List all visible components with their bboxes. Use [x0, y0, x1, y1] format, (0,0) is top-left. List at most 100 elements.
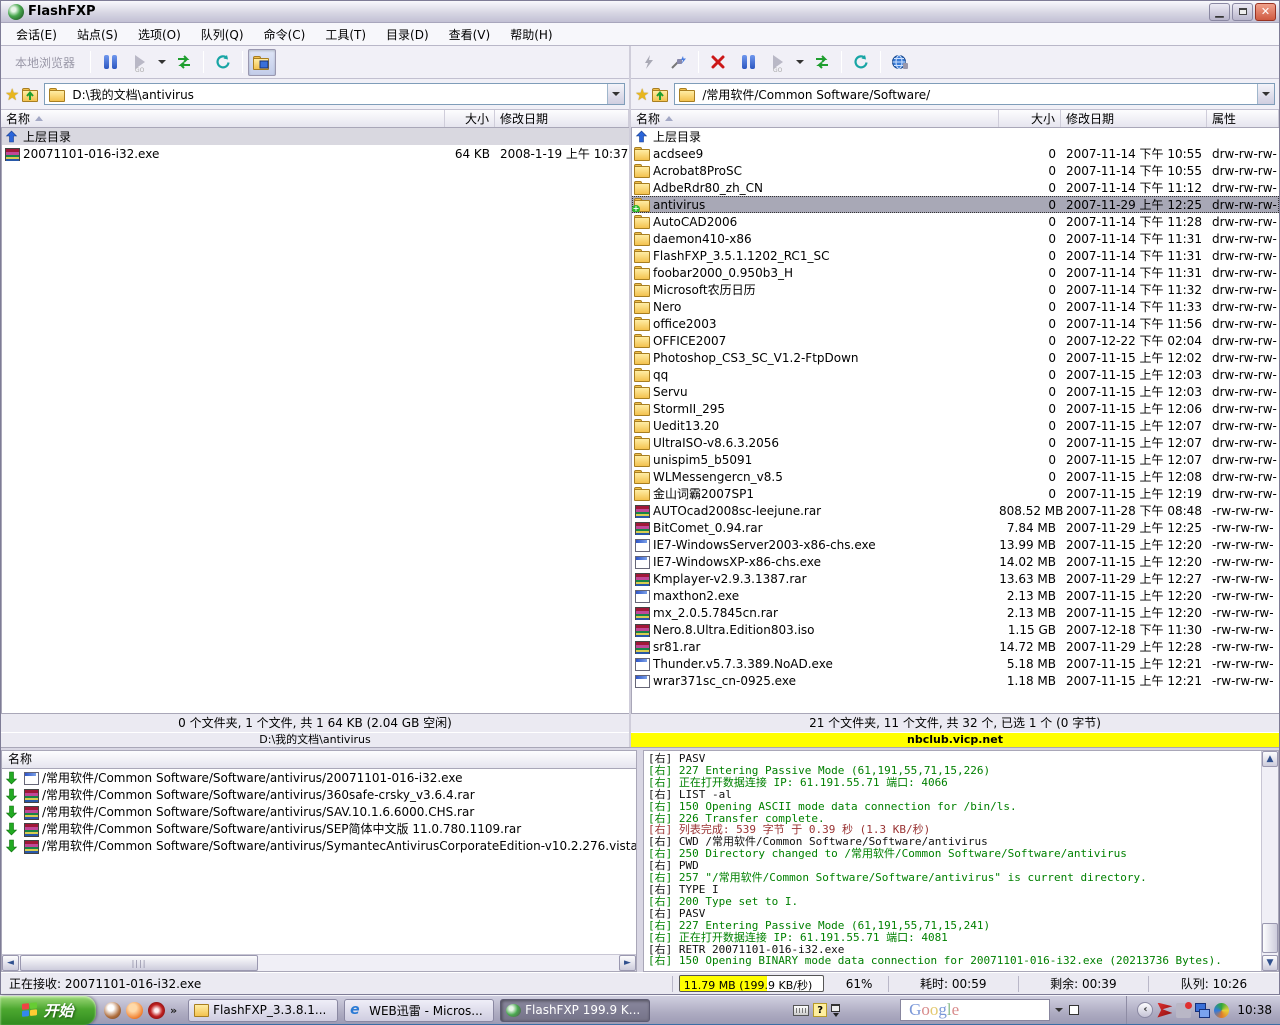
menu-item[interactable]: 选项(O) — [129, 24, 190, 45]
remote-file-row[interactable]: AutoCAD200602007-11-14 下午 11:28drw-rw-rw… — [632, 213, 1279, 230]
help-icon[interactable]: ? — [813, 1003, 827, 1017]
switch-view-button[interactable] — [248, 49, 276, 76]
start-queue-dropdown[interactable] — [156, 49, 168, 76]
pause-queue-button[interactable] — [96, 49, 124, 76]
remote-file-row[interactable]: 上层目录 — [632, 128, 1279, 145]
scroll-right-button[interactable]: ► — [619, 955, 636, 971]
remote-file-row[interactable]: Acrobat8ProSC02007-11-14 下午 10:55drw-rw-… — [632, 162, 1279, 179]
quick-launch-overflow-chevron[interactable]: » — [170, 1004, 177, 1017]
menu-item[interactable]: 命令(C) — [255, 24, 315, 45]
taskbar-task-button[interactable]: eWEB迅雷 - Micros... — [344, 999, 494, 1022]
column-header-date[interactable]: 修改日期 — [495, 110, 629, 127]
remote-file-row[interactable]: OFFICE200702007-12-22 下午 02:04drw-rw-rw- — [632, 332, 1279, 349]
folder-up-icon[interactable] — [652, 88, 668, 101]
local-path-combo[interactable]: D:\我的文档\antivirus — [44, 83, 625, 105]
remote-file-row[interactable]: Servu02007-11-15 上午 12:03drw-rw-rw- — [632, 383, 1279, 400]
remote-file-row[interactable]: IE7-WindowsXP-x86-chs.exe14.02 MB2007-11… — [632, 553, 1279, 570]
transfer-button[interactable] — [170, 49, 198, 76]
remote-file-row[interactable]: daemon410-x8602007-11-14 下午 11:31drw-rw-… — [632, 230, 1279, 247]
menu-item[interactable]: 队列(Q) — [192, 24, 253, 45]
refresh-button[interactable] — [209, 49, 237, 76]
start-button[interactable]: 开始 — [0, 996, 96, 1025]
remote-file-row[interactable]: WLMessengercn_v8.502007-11-15 上午 12:08dr… — [632, 468, 1279, 485]
remote-file-row[interactable]: Microsoft农历日历02007-11-14 下午 11:32drw-rw-… — [632, 281, 1279, 298]
remote-file-row[interactable]: BitComet_0.94.rar7.84 MB2007-11-29 上午 12… — [632, 519, 1279, 536]
remote-file-row[interactable]: maxthon2.exe2.13 MB2007-11-15 上午 12:20-r… — [632, 587, 1279, 604]
quick-launch-icon-3[interactable] — [148, 1002, 165, 1019]
menu-item[interactable]: 目录(D) — [377, 24, 438, 45]
menu-item[interactable]: 会话(E) — [7, 24, 66, 45]
connect-button[interactable] — [665, 49, 693, 76]
pause-queue-button[interactable] — [734, 49, 762, 76]
remote-file-row[interactable]: IE7-WindowsServer2003-x86-chs.exe13.99 M… — [632, 536, 1279, 553]
local-file-row[interactable]: 20071101-016-i32.exe64 KB2008-1-19 上午 10… — [2, 145, 629, 162]
network-tray-icon[interactable] — [1195, 1003, 1210, 1018]
disconnect-button[interactable] — [704, 49, 732, 76]
remote-file-row[interactable]: qq02007-11-15 上午 12:03drw-rw-rw- — [632, 366, 1279, 383]
site-manager-button[interactable] — [886, 49, 914, 76]
remote-file-row[interactable]: Nero02007-11-14 下午 11:33drw-rw-rw- — [632, 298, 1279, 315]
menu-item[interactable]: 帮助(H) — [501, 24, 561, 45]
local-browser-button[interactable]: 本地浏览器 — [5, 54, 85, 71]
queue-item[interactable]: /常用软件/Common Software/Software/antivirus… — [2, 820, 636, 837]
remote-file-row[interactable]: Kmplayer-v2.9.3.1387.rar13.63 MB2007-11-… — [632, 570, 1279, 587]
local-path-dropdown[interactable] — [607, 84, 624, 104]
remote-file-row[interactable]: AUTOcad2008sc-leejune.rar808.52 MB2007-1… — [632, 502, 1279, 519]
remote-path-dropdown[interactable] — [1257, 84, 1274, 104]
alert-tray-icon[interactable] — [1176, 1003, 1191, 1018]
remote-file-row[interactable]: acdsee902007-11-14 下午 10:55drw-rw-rw- — [632, 145, 1279, 162]
refresh-button[interactable] — [847, 49, 875, 76]
thunder-tray-icon[interactable] — [1157, 1003, 1172, 1018]
quick-launch-icon-2[interactable] — [126, 1002, 143, 1019]
queue-item[interactable]: /常用软件/Common Software/Software/antivirus… — [2, 837, 636, 854]
bookmark-star-icon[interactable]: ★ — [635, 85, 649, 104]
transfer-button[interactable] — [808, 49, 836, 76]
start-queue-dropdown[interactable] — [794, 49, 806, 76]
scroll-thumb[interactable] — [1262, 923, 1278, 953]
remote-file-row[interactable]: mx_2.0.5.7845cn.rar2.13 MB2007-11-15 上午 … — [632, 604, 1279, 621]
google-toolbar-button[interactable] — [1069, 1005, 1079, 1015]
remote-file-row[interactable]: FlashFXP_3.5.1.1202_RC1_SC02007-11-14 下午… — [632, 247, 1279, 264]
remote-file-row[interactable]: foobar2000_0.950b3_H02007-11-14 下午 11:31… — [632, 264, 1279, 281]
msn-tray-icon[interactable] — [1214, 1003, 1229, 1018]
queue-item[interactable]: /常用软件/Common Software/Software/antivirus… — [2, 803, 636, 820]
taskbar-task-button[interactable]: FlashFXP 199.9 K... — [500, 999, 650, 1022]
remote-path-combo[interactable]: /常用软件/Common Software/Software/ — [674, 83, 1275, 105]
folder-up-icon[interactable] — [22, 88, 38, 101]
remote-file-row[interactable]: Nero.8.Ultra.Edition803.iso1.15 GB2007-1… — [632, 621, 1279, 638]
quick-launch-icon-1[interactable] — [104, 1002, 121, 1019]
minimize-button[interactable]: ▁ — [1209, 3, 1230, 21]
remote-file-row[interactable]: AdbeRdr80_zh_CN02007-11-14 下午 11:12drw-r… — [632, 179, 1279, 196]
scroll-down-button[interactable]: ▼ — [1262, 955, 1278, 971]
google-dropdown-icon[interactable] — [1055, 1008, 1063, 1012]
restore-button[interactable] — [1232, 3, 1253, 21]
remote-file-row[interactable]: Uedit13.2002007-11-15 上午 12:07drw-rw-rw- — [632, 417, 1279, 434]
remote-file-row[interactable]: Thunder.v5.7.3.389.NoAD.exe5.18 MB2007-1… — [632, 655, 1279, 672]
scroll-up-button[interactable]: ▲ — [1262, 751, 1278, 767]
keyboard-icon[interactable] — [793, 1005, 809, 1016]
queue-column-header[interactable]: 名称 — [2, 751, 636, 769]
remote-file-row[interactable]: office200302007-11-14 下午 11:56drw-rw-rw- — [632, 315, 1279, 332]
queue-hscrollbar[interactable]: ◄ ► — [2, 954, 636, 971]
column-header-attr[interactable]: 属性 — [1207, 110, 1279, 127]
scroll-thumb[interactable] — [20, 955, 258, 971]
queue-item[interactable]: /常用软件/Common Software/Software/antivirus… — [2, 786, 636, 803]
google-search-box[interactable]: Google — [900, 999, 1050, 1021]
column-header-size[interactable]: 大小 — [445, 110, 495, 127]
local-file-row[interactable]: 上层目录 — [2, 128, 629, 145]
close-button[interactable]: ✕ — [1255, 3, 1276, 21]
remote-file-row[interactable]: sr81.rar14.72 MB2007-11-29 上午 12:28-rw-r… — [632, 638, 1279, 655]
queue-item[interactable]: /常用软件/Common Software/Software/antivirus… — [2, 769, 636, 786]
remote-file-row[interactable]: wrar371sc_cn-0925.exe1.18 MB2007-11-15 上… — [632, 672, 1279, 689]
remote-file-row[interactable]: StormII_29502007-11-15 上午 12:06drw-rw-rw… — [632, 400, 1279, 417]
bookmark-star-icon[interactable]: ★ — [5, 85, 19, 104]
column-header-size[interactable]: 大小 — [999, 110, 1061, 127]
tray-collapse-chevron[interactable]: ‹ — [1137, 1002, 1153, 1018]
start-queue-button[interactable]: GO — [764, 49, 792, 76]
column-header-name[interactable]: 名称 — [631, 110, 999, 127]
remote-file-row[interactable]: UltraISO-v8.6.3.205602007-11-15 上午 12:07… — [632, 434, 1279, 451]
remote-file-row[interactable]: 金山词霸2007SP102007-11-15 上午 12:19drw-rw-rw… — [632, 485, 1279, 502]
start-queue-button[interactable]: GO — [126, 49, 154, 76]
language-bar-restore[interactable] — [831, 1004, 840, 1017]
scroll-left-button[interactable]: ◄ — [2, 955, 19, 971]
